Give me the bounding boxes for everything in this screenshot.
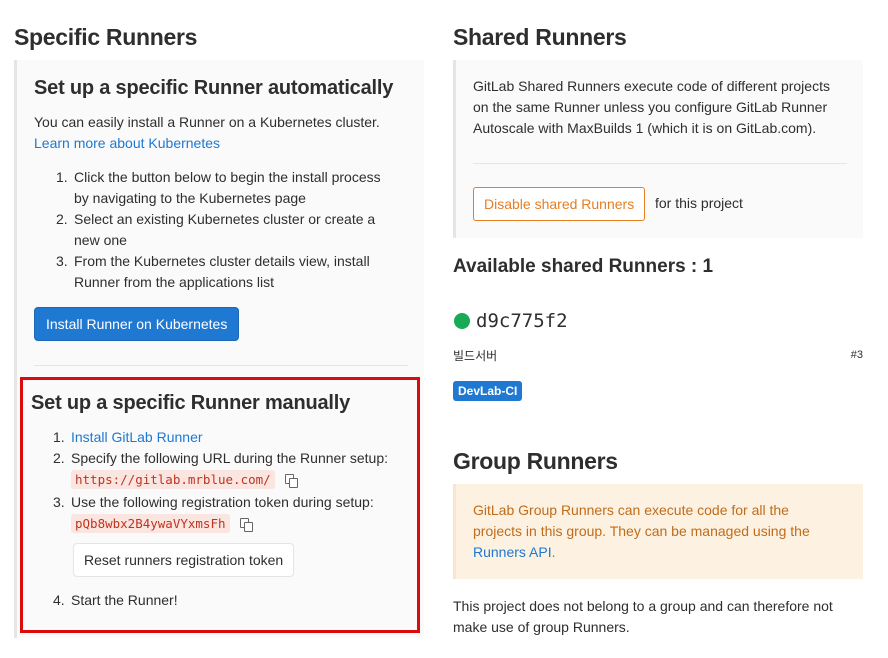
specific-runners-heading: Specific Runners <box>14 24 198 50</box>
auto-step-1: 1. Click the button below to begin the in… <box>56 169 381 206</box>
manual-step-2: 2. Specify the following URL during the R… <box>53 450 388 489</box>
group-runners-note: This project does not belong to a group … <box>453 598 833 635</box>
auto-setup-title: Set up a specific Runner automatically <box>34 77 394 99</box>
for-this-project-label: for this project <box>655 195 743 211</box>
runner-status-icon <box>454 313 470 329</box>
manual-setup-steps-end: 4. Start the Runner! <box>31 590 421 611</box>
reset-token-button[interactable]: Reset runners registration token <box>73 543 295 577</box>
copy-token-icon[interactable] <box>239 518 253 533</box>
manual-setup-steps: 1. Install GitLab Runner 2. Specify the fo… <box>31 427 421 534</box>
group-runners-heading: Group Runners <box>453 448 618 474</box>
auto-step-3: 3. From the Kubernetes cluster details vi… <box>56 253 370 290</box>
runners-api-link[interactable]: Runners API <box>473 544 552 560</box>
install-runner-kubernetes-button[interactable]: Install Runner on Kubernetes <box>34 307 240 341</box>
manual-step-4: 4. Start the Runner! <box>53 592 178 608</box>
manual-step-3: 3. Use the following registration token d… <box>53 494 374 533</box>
divider <box>34 365 408 366</box>
manual-step-1: 1. Install GitLab Runner <box>53 429 203 445</box>
shared-divider <box>473 163 847 164</box>
registration-token-code: pQb8wbx2B4ywaVYxmsFh <box>71 514 230 533</box>
shared-runners-heading: Shared Runners <box>453 24 627 50</box>
shared-runners-description: GitLab Shared Runners execute code of di… <box>473 78 830 136</box>
copy-url-icon[interactable] <box>284 474 298 489</box>
runner-tag-badge: DevLab-CI <box>453 381 523 401</box>
manual-setup-highlight: Set up a specific Runner manually 1. Inst… <box>20 377 420 633</box>
group-runners-info-text: GitLab Group Runners can execute code fo… <box>473 502 810 560</box>
runner-id[interactable]: d9c775f2 <box>476 310 568 332</box>
group-runners-info: GitLab Group Runners can execute code fo… <box>453 484 863 579</box>
disable-shared-runners-button[interactable]: Disable shared Runners <box>473 187 646 221</box>
install-gitlab-runner-link[interactable]: Install GitLab Runner <box>71 429 203 445</box>
shared-runners-panel: GitLab Shared Runners execute code of di… <box>453 60 863 238</box>
learn-kubernetes-link[interactable]: Learn more about Kubernetes <box>34 135 220 151</box>
runner-description: 빌드서버 <box>453 349 498 363</box>
auto-step-2: 2. Select an existing Kubernetes cluster … <box>56 211 376 248</box>
runner-url-code: https://gitlab.mrblue.com/ <box>71 470 275 489</box>
auto-setup-intro-text: You can easily install a Runner on a Kub… <box>34 114 380 130</box>
runner-number: #3 <box>850 349 863 361</box>
manual-setup-title: Set up a specific Runner manually <box>31 392 351 414</box>
auto-setup-steps: 1. Click the button below to begin the in… <box>34 167 424 293</box>
available-shared-runners-title: Available shared Runners : 1 <box>453 256 714 277</box>
auto-setup-intro: You can easily install a Runner on a Kub… <box>34 112 414 154</box>
